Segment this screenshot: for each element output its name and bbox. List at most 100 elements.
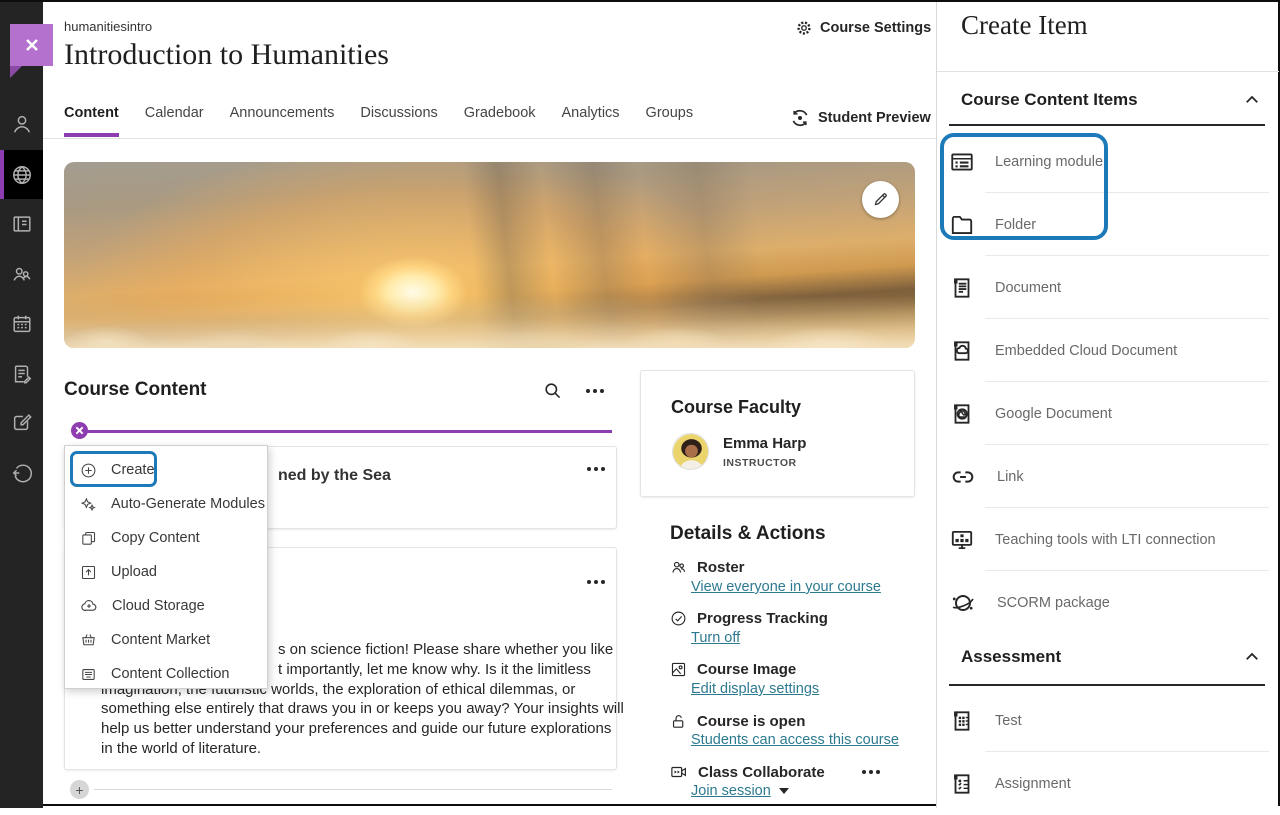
pencil-icon: [872, 191, 889, 208]
roster-link[interactable]: View everyone in your course: [691, 579, 881, 595]
menu-item-copy-content[interactable]: Copy Content: [65, 521, 267, 555]
details-actions-heading: Details & Actions: [670, 523, 826, 544]
paragraph-line: t importantly, let me know why. Is it th…: [278, 661, 591, 678]
folder-icon: [951, 215, 973, 234]
create-item-title: Create Item: [961, 10, 1088, 40]
search-icon[interactable]: [540, 378, 564, 402]
paragraph-line: something else entirely that draws you i…: [101, 700, 624, 717]
create-item-panel: Create Item Course Content Items Learnin…: [936, 2, 1279, 808]
image-icon: [671, 662, 686, 677]
course-open-title: Course is open: [670, 713, 805, 730]
paragraph-line: help us better understand your preferenc…: [101, 720, 612, 737]
add-content-divider: [94, 789, 612, 790]
avatar[interactable]: [672, 433, 709, 470]
learning-module-icon: [951, 152, 973, 171]
tab-analytics[interactable]: Analytics: [562, 105, 620, 137]
basket-icon: [82, 633, 95, 645]
close-course-button[interactable]: [10, 24, 53, 78]
check-circle-icon: [671, 611, 686, 626]
course-faculty-heading: Course Faculty: [671, 397, 802, 417]
panel-item-google-document[interactable]: Google Document: [937, 382, 1279, 445]
panel-item-document[interactable]: Document: [937, 256, 1279, 319]
people-icon: [672, 561, 686, 573]
panel-item-learning-module[interactable]: Learning module: [937, 130, 1279, 193]
course-content-more-icon[interactable]: [576, 387, 600, 395]
menu-item-create[interactable]: Create: [65, 453, 267, 487]
upload-icon: [81, 565, 96, 579]
institution-page-icon[interactable]: [0, 201, 43, 247]
chevron-down-icon: [778, 788, 789, 795]
student-preview-button[interactable]: Student Preview: [790, 108, 931, 128]
calendar-icon[interactable]: [0, 301, 43, 347]
course-image-link[interactable]: Edit display settings: [691, 681, 819, 697]
assignment-icon: [954, 773, 970, 794]
tab-divider: [43, 138, 936, 139]
course-image-title: Course Image: [670, 661, 796, 678]
gradebook-icon[interactable]: [0, 351, 43, 397]
item-more-icon[interactable]: [577, 465, 601, 473]
instructor-name: Emma Harp: [723, 435, 807, 452]
tab-announcements[interactable]: Announcements: [230, 105, 335, 137]
progress-tracking-title: Progress Tracking: [670, 610, 828, 627]
google-document-icon: [954, 403, 970, 424]
class-collaborate-title: Class Collaborate: [670, 763, 825, 781]
panel-item-lti-tools[interactable]: Teaching tools with LTI connection: [937, 508, 1279, 571]
course-open-link[interactable]: Students can access this course: [691, 732, 899, 748]
edit-banner-button[interactable]: [862, 181, 899, 218]
cloud-document-icon: [954, 340, 970, 361]
app-sidebar: [0, 2, 43, 808]
section-course-content-items[interactable]: Course Content Items: [961, 90, 1261, 110]
panel-item-test[interactable]: Test: [937, 689, 1279, 752]
tab-content[interactable]: Content: [64, 105, 119, 137]
add-content-plus-icon[interactable]: +: [70, 780, 89, 799]
section-underline: [949, 124, 1265, 126]
panel-divider: [937, 71, 1279, 72]
course-content-heading: Course Content: [64, 379, 207, 400]
tab-groups[interactable]: Groups: [646, 105, 694, 137]
tab-calendar[interactable]: Calendar: [145, 105, 204, 137]
menu-item-content-collection[interactable]: Content Collection: [65, 657, 267, 691]
add-content-menu: Create Auto-Generate Modules Copy Conten…: [64, 445, 268, 689]
instructor-role: INSTRUCTOR: [723, 457, 797, 469]
link-icon: [952, 470, 974, 483]
join-session-link[interactable]: Join session: [691, 783, 789, 799]
menu-item-content-market[interactable]: Content Market: [65, 623, 267, 657]
panel-item-scorm-package[interactable]: SCORM package: [937, 571, 1279, 634]
course-faculty-card: Course Faculty Emma Harp INSTRUCTOR: [640, 370, 915, 497]
course-settings-button[interactable]: Course Settings: [795, 19, 931, 37]
content-item-title: ned by the Sea: [278, 467, 391, 484]
sign-out-icon[interactable]: [0, 450, 43, 496]
lti-monitor-icon: [951, 530, 973, 549]
section-underline: [949, 684, 1265, 686]
chevron-up-icon: [1246, 652, 1258, 660]
tab-gradebook[interactable]: Gradebook: [464, 105, 536, 137]
panel-item-folder[interactable]: Folder: [937, 193, 1279, 256]
scorm-planet-icon: [952, 594, 974, 611]
unlock-icon: [672, 715, 684, 728]
chevron-up-icon: [1246, 95, 1258, 103]
collection-icon: [82, 668, 95, 680]
panel-item-link[interactable]: Link: [937, 445, 1279, 508]
video-icon: [671, 766, 686, 778]
collaborate-more-icon[interactable]: [852, 768, 876, 776]
cancel-insert-icon[interactable]: [71, 422, 88, 439]
copy-icon: [82, 531, 96, 545]
tab-discussions[interactable]: Discussions: [360, 105, 437, 137]
messages-icon[interactable]: [0, 399, 43, 445]
progress-tracking-link[interactable]: Turn off: [691, 630, 740, 646]
panel-item-embedded-cloud-document[interactable]: Embedded Cloud Document: [937, 319, 1279, 382]
menu-item-auto-generate-modules[interactable]: Auto-Generate Modules: [65, 487, 267, 521]
profile-icon[interactable]: [0, 101, 43, 147]
menu-item-upload[interactable]: Upload: [65, 555, 267, 589]
section-assessment[interactable]: Assessment: [961, 647, 1261, 667]
menu-item-cloud-storage[interactable]: Cloud Storage: [65, 589, 267, 623]
test-icon: [954, 710, 970, 731]
sparkle-icon: [80, 496, 96, 511]
paragraph-line: in the world of literature.: [101, 740, 262, 757]
item-more-icon[interactable]: [577, 578, 601, 586]
course-id: humanitiesintro: [64, 19, 153, 34]
insert-position-line: [73, 430, 612, 433]
paragraph-line: s on science fiction! Please share wheth…: [278, 641, 614, 658]
organizations-icon[interactable]: [0, 251, 43, 297]
courses-globe-icon[interactable]: [0, 150, 43, 199]
